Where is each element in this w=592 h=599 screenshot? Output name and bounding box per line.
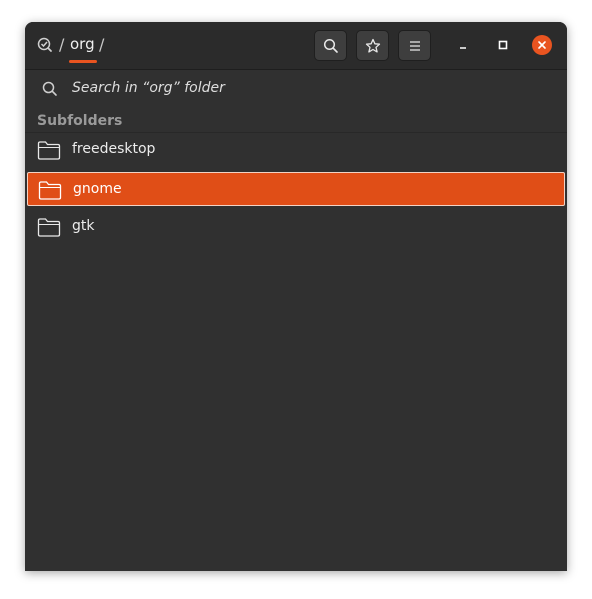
breadcrumb-active-indicator	[69, 60, 97, 63]
maximize-icon	[498, 40, 508, 50]
folder-row-gtk[interactable]: gtk	[27, 210, 565, 244]
folder-icon	[37, 218, 61, 237]
breadcrumb-separator: /	[99, 35, 105, 54]
search-icon	[323, 38, 338, 53]
search-bar[interactable]: Search in “org” folder	[25, 70, 567, 108]
bookmark-button[interactable]	[356, 30, 389, 61]
close-icon	[538, 41, 546, 49]
maximize-button[interactable]	[493, 35, 513, 55]
hamburger-menu-icon	[409, 40, 420, 51]
breadcrumb-current-folder[interactable]: org	[70, 35, 95, 53]
folder-label: freedesktop	[72, 141, 156, 157]
star-icon	[365, 38, 380, 53]
folder-label: gtk	[72, 218, 95, 234]
folder-icon	[37, 141, 61, 160]
folder-row-freedesktop[interactable]: freedesktop	[27, 133, 565, 167]
folder-row-gnome[interactable]: gnome	[27, 172, 565, 206]
breadcrumb-separator: /	[59, 35, 65, 54]
folder-icon	[38, 181, 62, 200]
folder-label: gnome	[73, 181, 122, 197]
close-button[interactable]	[532, 35, 552, 55]
search-button[interactable]	[314, 30, 347, 61]
header-bar: / org /	[25, 22, 567, 70]
search-input[interactable]: Search in “org” folder	[72, 80, 225, 96]
search-icon	[42, 81, 57, 96]
main-menu-button[interactable]	[398, 30, 431, 61]
minimize-button[interactable]	[453, 35, 473, 55]
app-logo-icon	[37, 37, 52, 52]
app-window: / org / Search in “org” folder Subfolder…	[25, 22, 567, 571]
subfolders-heading: Subfolders	[37, 113, 123, 129]
minimize-icon	[460, 47, 466, 49]
